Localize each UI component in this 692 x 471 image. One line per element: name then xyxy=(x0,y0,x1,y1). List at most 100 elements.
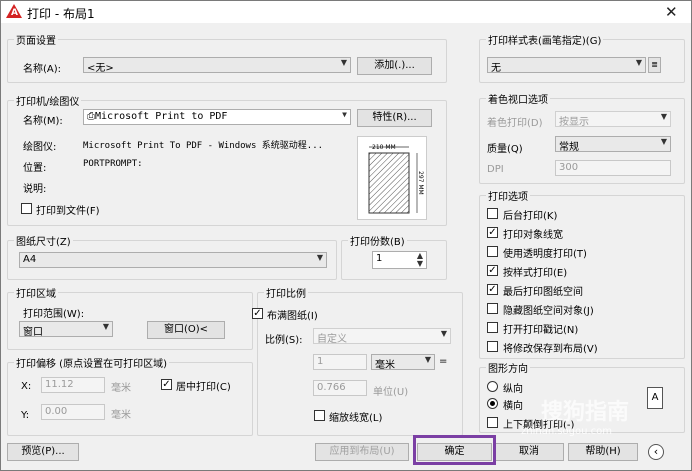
shade-plot-select[interactable]: 按显示 ▼ xyxy=(555,111,671,127)
paper-preview-drawing: 210 MM 297 MM xyxy=(368,144,424,214)
scale-lineweights-label: 缩放线宽(L) xyxy=(329,413,383,424)
offset-y-label: Y: xyxy=(21,410,30,421)
watermark-text: 搜狗指南 xyxy=(541,400,630,425)
printer-properties-button[interactable]: 特性(R)... xyxy=(357,109,432,127)
copies-legend: 打印份数(B) xyxy=(348,233,407,248)
shaded-viewport-legend: 着色视口选项 xyxy=(486,91,550,106)
chevron-down-icon: ▼ xyxy=(340,58,347,67)
copies-stepper[interactable]: 1 ▲ ▼ xyxy=(372,251,427,269)
scale-select[interactable]: 自定义 ▼ xyxy=(313,328,451,344)
add-page-setup-button[interactable]: 添加(.)... xyxy=(357,57,432,75)
print-range-label: 打印范围(W): xyxy=(23,309,85,320)
plot-option-checkbox[interactable] xyxy=(487,303,498,314)
offset-y-unit: 毫米 xyxy=(111,410,131,421)
paper-size-select[interactable]: A4 ▼ xyxy=(19,252,327,268)
page-setup-legend: 页面设置 xyxy=(14,32,58,47)
plot-option-checkbox[interactable] xyxy=(487,341,498,352)
fit-to-paper-checkbox[interactable]: ✓ xyxy=(252,308,263,319)
paper-height-label: 297 MM xyxy=(417,171,424,195)
print-dialog: A 打印 - 布局1 ✕ 页面设置 名称(A): <无> ▼ 添加(.)... 打… xyxy=(0,0,692,471)
scale-value-2-input[interactable]: 0.766 xyxy=(313,380,367,396)
printer-name-select[interactable]: ⎙Microsoft Print to PDF ▼ xyxy=(83,109,351,125)
center-plot-checkbox[interactable]: ✓ xyxy=(161,379,172,390)
print-offset-legend: 打印偏移 (原点设置在可打印区域) xyxy=(14,355,169,370)
spin-down-icon[interactable]: ▼ xyxy=(417,259,423,268)
dpi-input[interactable]: 300 xyxy=(555,160,671,176)
collapse-options-icon[interactable]: ‹ xyxy=(648,444,664,460)
edit-plot-style-button[interactable]: ≣ xyxy=(648,57,661,73)
page-setup-name-select[interactable]: <无> ▼ xyxy=(83,57,351,73)
plot-option-checkbox[interactable] xyxy=(487,208,498,219)
autocad-app-icon: A xyxy=(6,4,22,18)
print-to-file-checkbox[interactable] xyxy=(21,203,32,214)
chevron-down-icon: ▼ xyxy=(635,58,642,67)
quality-select[interactable]: 常规 ▼ xyxy=(555,136,671,152)
print-area-legend: 打印区域 xyxy=(14,285,58,300)
window-title: 打印 - 布局1 xyxy=(27,7,95,21)
window-select-button[interactable]: 窗口(O)< xyxy=(147,321,225,339)
offset-x-input[interactable]: 11.12 xyxy=(41,377,105,393)
offset-y-input[interactable]: 0.00 xyxy=(41,404,105,420)
scale-lineweights-checkbox[interactable] xyxy=(314,410,325,421)
chevron-down-icon: ▼ xyxy=(342,110,347,119)
print-scale-legend: 打印比例 xyxy=(264,285,308,300)
plot-option-checkbox[interactable]: ✓ xyxy=(487,284,498,295)
plot-option-label: 隐藏图纸空间对象(J) xyxy=(503,306,594,317)
scale-unit-select[interactable]: 毫米 ▼ xyxy=(371,354,435,370)
plot-option-checkbox[interactable] xyxy=(487,322,498,333)
ok-button-highlight xyxy=(413,435,496,465)
plot-style-legend: 打印样式表(画笔指定)(G) xyxy=(486,32,604,47)
location-value: PORTPROMPT: xyxy=(83,159,143,169)
printer-name-label: 名称(M): xyxy=(23,116,63,127)
chevron-down-icon: ▼ xyxy=(440,329,447,338)
printer-legend: 打印机/绘图仪 xyxy=(14,93,82,108)
location-label: 位置: xyxy=(23,163,47,174)
cancel-button[interactable]: 取消 xyxy=(494,443,564,461)
upside-down-checkbox[interactable] xyxy=(487,417,498,428)
print-to-file-label: 打印到文件(F) xyxy=(36,206,100,217)
offset-x-label: X: xyxy=(21,381,32,392)
orientation-preview-icon: A xyxy=(647,387,663,409)
shade-plot-label: 着色打印(D) xyxy=(487,118,543,129)
orientation-legend: 图形方向 xyxy=(486,360,530,375)
scale-value-1-input[interactable]: 1 xyxy=(313,354,367,370)
preview-button[interactable]: 预览(P)... xyxy=(7,443,79,461)
plot-option-label: 打印对象线宽 xyxy=(503,230,563,241)
paper-size-legend: 图纸尺寸(Z) xyxy=(14,233,73,248)
page-setup-name-label: 名称(A): xyxy=(23,64,62,75)
edit-table-icon: ≣ xyxy=(651,60,658,69)
chevron-down-icon: ▼ xyxy=(660,112,667,121)
title-bar: A 打印 - 布局1 ✕ xyxy=(1,1,691,23)
description-label: 说明: xyxy=(23,184,47,195)
print-offset-group: 打印偏移 (原点设置在可打印区域) xyxy=(7,355,253,436)
apply-to-layout-button[interactable]: 应用到布局(U) xyxy=(315,443,409,461)
close-icon[interactable]: ✕ xyxy=(665,3,678,21)
landscape-label: 横向 xyxy=(503,401,523,412)
printer-icon: ⎙ xyxy=(87,111,95,122)
portrait-radio[interactable] xyxy=(487,381,498,392)
scale-unit-label: 单位(U) xyxy=(373,387,409,398)
print-range-select[interactable]: 窗口 ▼ xyxy=(19,321,113,337)
plot-option-label: 打开打印戳记(N) xyxy=(503,325,579,336)
paper-width-label: 210 MM xyxy=(372,144,396,151)
plot-style-select[interactable]: 无 ▼ xyxy=(487,57,646,73)
portrait-label: 纵向 xyxy=(503,384,523,395)
chevron-down-icon: ▼ xyxy=(660,137,667,146)
plotter-value: Microsoft Print To PDF - Windows 系统驱动程..… xyxy=(83,141,324,151)
plot-option-label: 使用透明度打印(T) xyxy=(503,249,587,260)
landscape-radio[interactable] xyxy=(487,398,498,409)
chevron-down-icon: ▼ xyxy=(102,322,109,331)
quality-label: 质量(Q) xyxy=(487,144,523,155)
plot-option-label: 将修改保存到布局(V) xyxy=(503,344,598,355)
plot-option-checkbox[interactable]: ✓ xyxy=(487,227,498,238)
plot-option-label: 按样式打印(E) xyxy=(503,268,568,279)
help-button[interactable]: 帮助(H) xyxy=(568,443,638,461)
plot-option-checkbox[interactable] xyxy=(487,246,498,257)
chevron-down-icon: ▼ xyxy=(424,355,431,364)
dpi-label: DPI xyxy=(487,164,504,175)
plot-options-legend: 打印选项 xyxy=(486,188,530,203)
equals-sign: = xyxy=(439,356,448,367)
offset-x-unit: 毫米 xyxy=(111,383,131,394)
plot-option-label: 最后打印图纸空间 xyxy=(503,287,583,298)
plot-option-checkbox[interactable]: ✓ xyxy=(487,265,498,276)
